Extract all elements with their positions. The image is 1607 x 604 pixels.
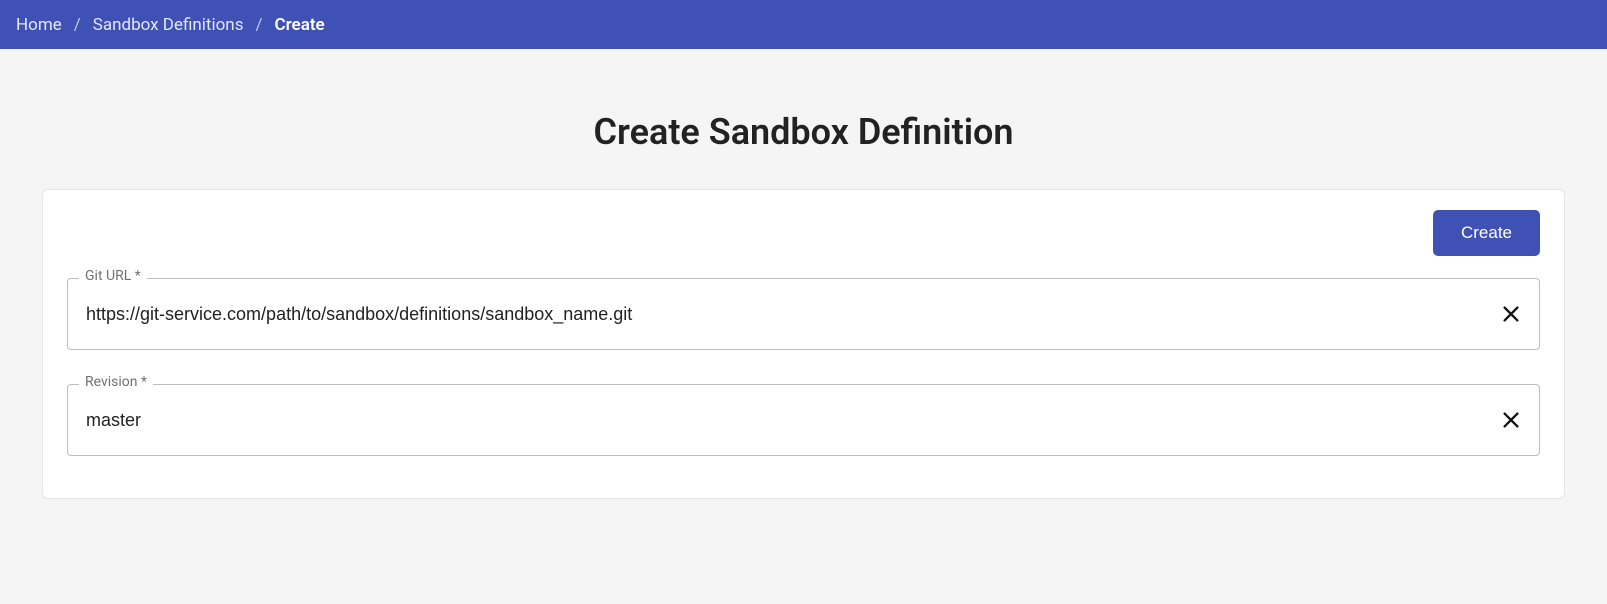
revision-input[interactable] [86, 385, 1497, 455]
git-url-input[interactable] [86, 279, 1497, 349]
page-title: Create Sandbox Definition [0, 111, 1607, 153]
breadcrumb-separator: / [74, 15, 81, 35]
close-icon[interactable] [1497, 300, 1525, 328]
topbar: Home / Sandbox Definitions / Create [0, 0, 1607, 49]
close-icon[interactable] [1497, 406, 1525, 434]
form-card: Create Git URL * Revision * [42, 189, 1565, 499]
breadcrumb: Home / Sandbox Definitions / Create [16, 15, 325, 35]
revision-outline [67, 384, 1540, 456]
git-url-field: Git URL * [67, 278, 1540, 350]
git-url-outline [67, 278, 1540, 350]
create-button[interactable]: Create [1433, 210, 1540, 256]
breadcrumb-item-sandbox-definitions[interactable]: Sandbox Definitions [93, 15, 244, 35]
breadcrumb-item-create: Create [274, 15, 324, 35]
card-actions: Create [67, 210, 1540, 256]
revision-label: Revision * [79, 374, 153, 390]
breadcrumb-separator: / [255, 15, 262, 35]
git-url-label: Git URL * [79, 268, 147, 284]
breadcrumb-item-home[interactable]: Home [16, 15, 62, 35]
revision-field: Revision * [67, 384, 1540, 456]
